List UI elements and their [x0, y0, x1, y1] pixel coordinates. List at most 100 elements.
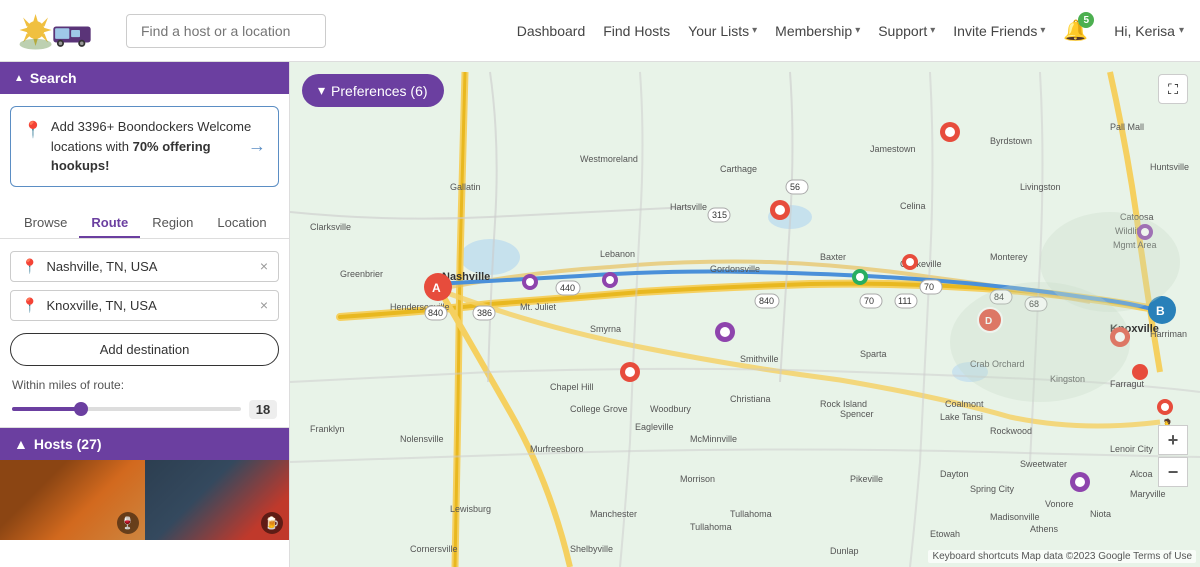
promo-banner[interactable]: 📍 Add 3396+ Boondockers Welcome location…	[10, 106, 279, 187]
miles-value: 18	[249, 400, 277, 419]
host-thumb-2[interactable]: 🍺	[145, 460, 290, 540]
notification-badge: 5	[1078, 12, 1094, 28]
origin-input-wrap: 📍 ×	[10, 251, 279, 282]
svg-text:70: 70	[924, 282, 934, 292]
fullscreen-icon: ⛶	[1168, 81, 1178, 98]
svg-text:315: 315	[712, 210, 727, 220]
hosts-section: ▲ Hosts (27) 🍷 🍺	[0, 427, 289, 567]
promo-arrow-icon: →	[248, 133, 266, 160]
promo-icon: 📍	[23, 119, 43, 143]
wine-icon: 🍷	[117, 512, 139, 534]
promo-text: Add 3396+ Boondockers Welcome locations …	[51, 117, 266, 176]
svg-text:70: 70	[864, 296, 874, 306]
dest-clear-button[interactable]: ×	[260, 297, 268, 313]
map-background: Nashville Knoxville Clarksville Westmore…	[290, 62, 1200, 567]
tab-route[interactable]: Route	[79, 209, 140, 238]
map-container[interactable]: Nashville Knoxville Clarksville Westmore…	[290, 62, 1200, 567]
svg-text:Vonore: Vonore	[1045, 499, 1074, 509]
destination-input[interactable]	[46, 298, 251, 313]
nav-find-hosts[interactable]: Find Hosts	[603, 23, 670, 39]
support-arrow: ▾	[930, 25, 935, 36]
svg-text:Dunlap: Dunlap	[830, 546, 859, 556]
membership-arrow: ▾	[855, 25, 860, 36]
zoom-out-button[interactable]: −	[1158, 457, 1188, 487]
svg-text:Spring City: Spring City	[970, 484, 1015, 494]
svg-text:B: B	[1156, 304, 1165, 318]
hosts-section-header[interactable]: ▲ Hosts (27)	[0, 428, 289, 460]
route-inputs: 📍 × 📍 ×	[0, 239, 289, 333]
svg-text:440: 440	[560, 283, 575, 293]
host-thumb-1[interactable]: 🍷	[0, 460, 145, 540]
svg-text:56: 56	[790, 182, 800, 192]
nav-membership[interactable]: Membership ▾	[775, 23, 860, 39]
search-section-header[interactable]: ▲ Search	[0, 62, 289, 94]
header: Dashboard Find Hosts Your Lists ▾ Member…	[0, 0, 1200, 62]
main-content: ▲ Search 📍 Add 3396+ Boondockers Welcome…	[0, 62, 1200, 567]
svg-text:Celina: Celina	[900, 201, 926, 211]
svg-text:Coalmont: Coalmont	[945, 399, 984, 409]
nav-dashboard[interactable]: Dashboard	[517, 23, 586, 39]
svg-text:Etowah: Etowah	[930, 529, 960, 539]
map-controls: ⛶	[1158, 74, 1188, 104]
svg-text:Byrdstown: Byrdstown	[990, 136, 1032, 146]
sidebar: ▲ Search 📍 Add 3396+ Boondockers Welcome…	[0, 62, 290, 567]
main-nav: Dashboard Find Hosts Your Lists ▾ Member…	[517, 18, 1184, 43]
mug-icon: 🍺	[261, 512, 283, 534]
destination-input-wrap: 📍 ×	[10, 290, 279, 321]
hosts-collapse-arrow: ▲	[14, 436, 28, 452]
map-attribution: Keyboard shortcuts Map data ©2023 Google…	[928, 550, 1196, 563]
svg-text:Gallatin: Gallatin	[450, 182, 481, 192]
origin-pin-icon: 📍	[21, 258, 38, 275]
nav-your-lists[interactable]: Your Lists ▾	[688, 23, 757, 39]
svg-text:Madisonville: Madisonville	[990, 512, 1040, 522]
svg-text:840: 840	[759, 296, 774, 306]
svg-text:Livingston: Livingston	[1020, 182, 1061, 192]
svg-text:386: 386	[477, 308, 492, 318]
preferences-button[interactable]: ▾ Preferences (6)	[302, 74, 444, 107]
miles-slider-track[interactable]	[12, 407, 241, 411]
tab-browse[interactable]: Browse	[12, 209, 79, 238]
svg-text:Pikeville: Pikeville	[850, 474, 883, 484]
slider-fill	[12, 407, 81, 411]
svg-text:Spencer: Spencer	[840, 409, 874, 419]
nav-support[interactable]: Support ▾	[878, 23, 935, 39]
nav-invite-friends[interactable]: Invite Friends ▾	[953, 23, 1045, 39]
svg-text:Athens: Athens	[1030, 524, 1059, 534]
svg-text:Shelbyville: Shelbyville	[570, 544, 613, 554]
svg-text:Monterey: Monterey	[990, 252, 1028, 262]
miles-label: Within miles of route:	[12, 378, 277, 392]
user-menu[interactable]: Hi, Kerisa ▾	[1114, 23, 1184, 39]
notification-button[interactable]: 🔔 5	[1063, 18, 1088, 43]
search-input[interactable]	[126, 14, 326, 48]
fullscreen-button[interactable]: ⛶	[1158, 74, 1188, 104]
svg-text:College Grove: College Grove	[570, 404, 628, 414]
add-destination-button[interactable]: Add destination	[10, 333, 279, 366]
svg-text:A: A	[432, 281, 441, 295]
svg-text:Smyrna: Smyrna	[590, 324, 621, 334]
svg-text:Farragut: Farragut	[1110, 379, 1145, 389]
logo[interactable]	[16, 8, 106, 54]
search-collapse-arrow: ▲	[14, 73, 24, 84]
preferences-arrow-icon: ▾	[318, 82, 325, 99]
tab-location[interactable]: Location	[205, 209, 278, 238]
svg-text:Gordonsville: Gordonsville	[710, 264, 760, 274]
miles-wrap: Within miles of route: 18	[0, 366, 289, 427]
tab-region[interactable]: Region	[140, 209, 205, 238]
svg-text:840: 840	[428, 308, 443, 318]
svg-text:Manchester: Manchester	[590, 509, 637, 519]
svg-text:Tullahoma: Tullahoma	[690, 522, 732, 532]
origin-clear-button[interactable]: ×	[260, 258, 268, 274]
svg-text:Nolensville: Nolensville	[400, 434, 444, 444]
zoom-in-button[interactable]: +	[1158, 425, 1188, 455]
svg-text:Sparta: Sparta	[860, 349, 887, 359]
svg-text:Sweetwater: Sweetwater	[1020, 459, 1067, 469]
svg-text:Lake Tansi: Lake Tansi	[940, 412, 983, 422]
svg-text:Chapel Hill: Chapel Hill	[550, 382, 594, 392]
dest-pin-icon: 📍	[21, 297, 38, 314]
svg-text:Cornersville: Cornersville	[410, 544, 458, 554]
slider-thumb[interactable]	[74, 402, 88, 416]
slider-row: 18	[12, 400, 277, 419]
origin-input[interactable]	[46, 259, 251, 274]
svg-text:Murfreesboro: Murfreesboro	[530, 444, 584, 454]
svg-text:Eagleville: Eagleville	[635, 422, 674, 432]
